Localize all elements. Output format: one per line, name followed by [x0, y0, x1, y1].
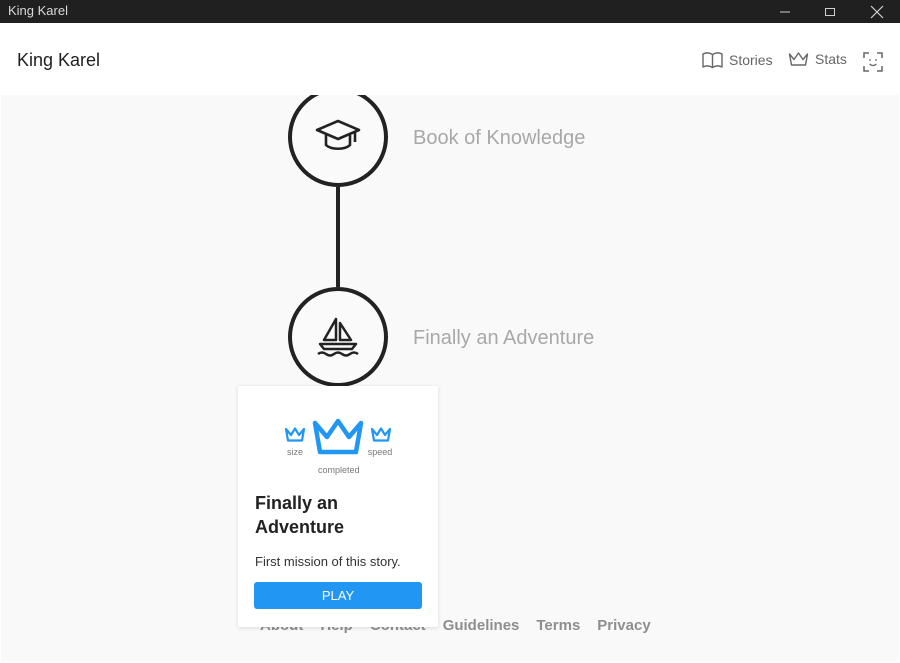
- size-crown-label: size: [286, 447, 303, 457]
- minimize-button[interactable]: [762, 0, 808, 23]
- graduation-cap-icon: [315, 119, 361, 151]
- story-node-book-of-knowledge[interactable]: [288, 95, 388, 187]
- nav-stories[interactable]: Stories: [702, 51, 773, 69]
- nav-stories-label: Stories: [729, 52, 773, 68]
- completed-crown-icon: [312, 418, 364, 455]
- story-map: Book of Knowledge Finally an Adventure A…: [1, 95, 899, 661]
- mission-description: First mission of this story.: [255, 554, 401, 569]
- play-button[interactable]: PLAY: [254, 582, 422, 609]
- mission-card: size completed speed Finally an Adventur…: [238, 386, 438, 627]
- footer-link-privacy[interactable]: Privacy: [597, 617, 650, 634]
- close-icon: [870, 5, 884, 18]
- footer-link-terms[interactable]: Terms: [536, 617, 580, 634]
- story-node-finally-an-adventure[interactable]: [288, 287, 388, 387]
- fullscreen-button[interactable]: [862, 51, 884, 73]
- story-node-label[interactable]: Finally an Adventure: [413, 327, 594, 350]
- book-icon: [702, 52, 723, 69]
- crown-icon: [788, 52, 809, 66]
- minimize-icon: [780, 11, 790, 12]
- app-title: King Karel: [17, 50, 101, 70]
- size-crown-icon: [284, 427, 306, 442]
- window-title: King Karel: [8, 3, 68, 18]
- maximize-button[interactable]: [807, 0, 853, 23]
- app-header: King Karel Stories Stats: [1, 23, 899, 95]
- story-node-label[interactable]: Book of Knowledge: [413, 127, 585, 150]
- nav-stats[interactable]: Stats: [788, 51, 847, 67]
- maximize-icon: [825, 7, 835, 16]
- nav-stats-label: Stats: [815, 51, 847, 67]
- speed-crown-label: speed: [367, 447, 393, 457]
- sailboat-icon: [317, 317, 359, 357]
- close-button[interactable]: [854, 0, 900, 23]
- speed-crown-icon: [370, 427, 392, 442]
- completed-crown-label: completed: [318, 465, 360, 475]
- window-titlebar: King Karel: [0, 0, 900, 23]
- path-connector: [336, 187, 340, 287]
- mission-title: Finally an Adventure: [255, 493, 345, 537]
- focus-frame-icon: [863, 52, 883, 72]
- footer-link-guidelines[interactable]: Guidelines: [443, 617, 520, 634]
